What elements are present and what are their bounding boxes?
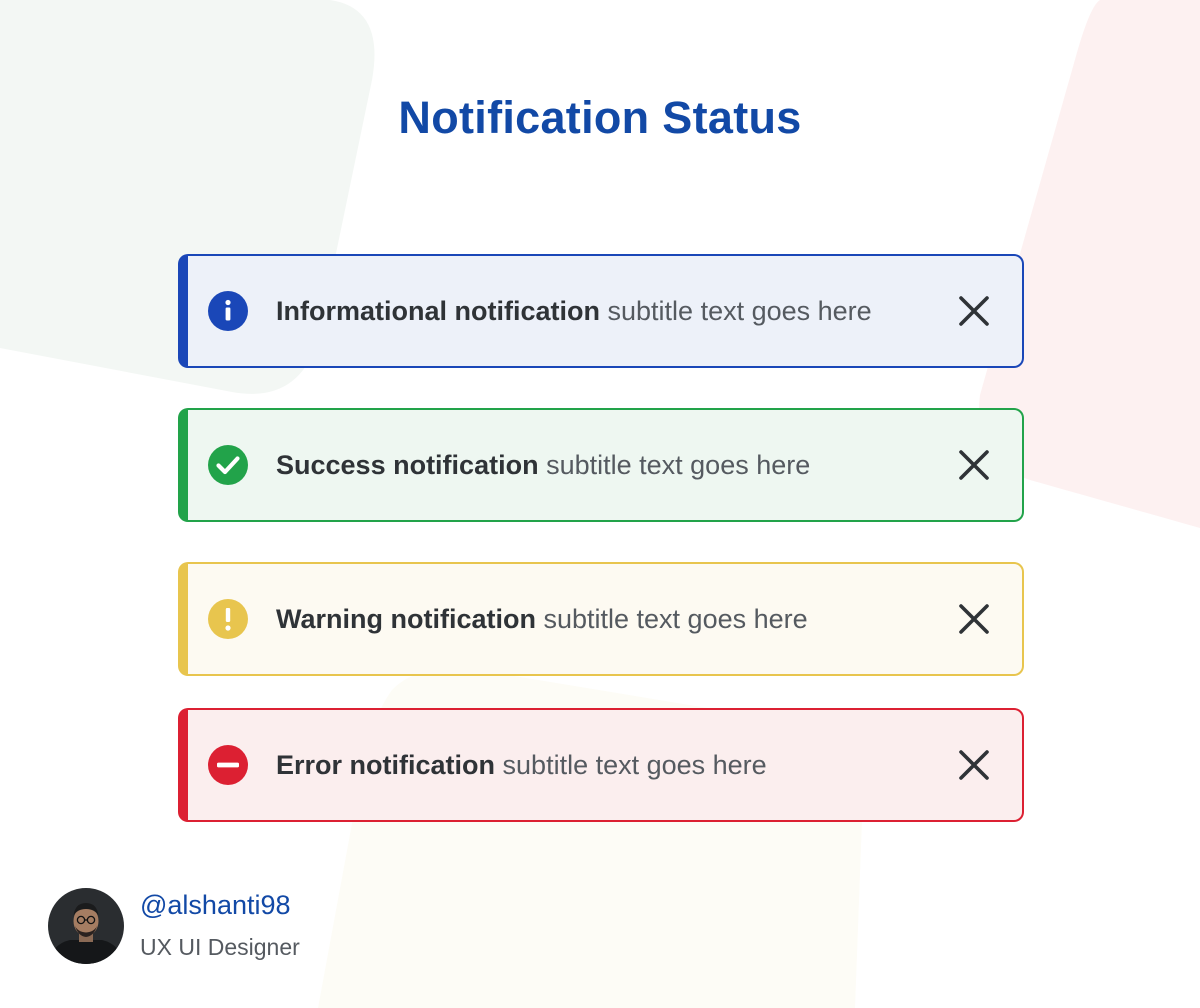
notification-message: Informational notification subtitle text…	[276, 256, 872, 366]
avatar-photo	[48, 888, 124, 964]
notification-subtitle: subtitle text goes here	[546, 450, 811, 480]
notification-warning: Warning notification subtitle text goes …	[178, 562, 1024, 676]
notification-title: Warning notification	[276, 604, 536, 634]
close-button[interactable]	[956, 447, 992, 483]
notification-subtitle: subtitle text goes here	[502, 750, 767, 780]
check-circle-icon	[208, 445, 248, 485]
page-title: Notification Status	[398, 92, 802, 143]
close-icon	[959, 604, 989, 634]
notification-success: Success notification subtitle text goes …	[178, 408, 1024, 522]
notification-title: Informational notification	[276, 296, 600, 326]
close-button[interactable]	[956, 747, 992, 783]
notification-subtitle: subtitle text goes here	[607, 296, 872, 326]
notification-title: Success notification	[276, 450, 539, 480]
close-icon	[959, 450, 989, 480]
notification-message: Error notification subtitle text goes he…	[276, 710, 767, 820]
author-handle[interactable]: @alshanti98	[140, 890, 291, 921]
notification-title: Error notification	[276, 750, 496, 780]
notification-message: Success notification subtitle text goes …	[276, 410, 810, 520]
close-icon	[959, 750, 989, 780]
notification-message: Warning notification subtitle text goes …	[276, 564, 808, 674]
info-icon	[208, 291, 248, 331]
notification-info: Informational notification subtitle text…	[178, 254, 1024, 368]
author-role: UX UI Designer	[140, 934, 300, 960]
close-button[interactable]	[956, 601, 992, 637]
notification-subtitle: subtitle text goes here	[543, 604, 808, 634]
avatar	[48, 888, 124, 964]
close-icon	[959, 296, 989, 326]
close-button[interactable]	[956, 293, 992, 329]
minus-circle-icon	[208, 745, 248, 785]
notification-error: Error notification subtitle text goes he…	[178, 708, 1024, 822]
exclamation-icon	[208, 599, 248, 639]
